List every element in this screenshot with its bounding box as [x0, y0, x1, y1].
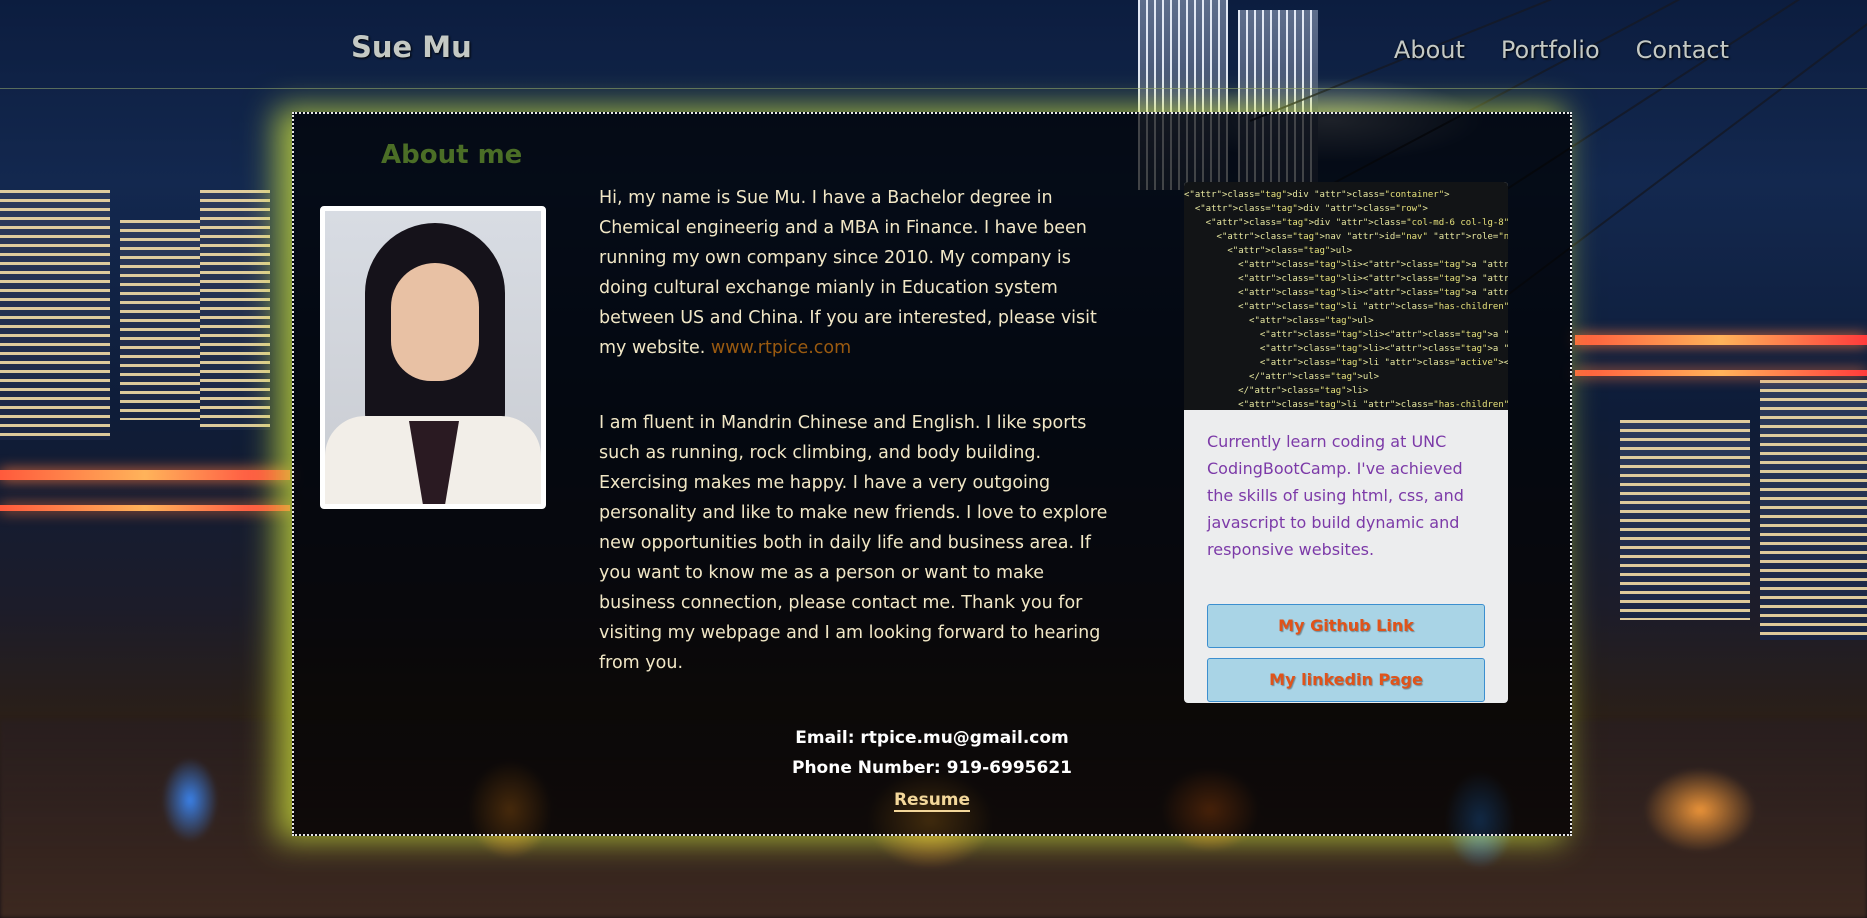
website-link[interactable]: www.rtpice.com	[711, 338, 851, 358]
code-line: <"attr">class="tag">ul>	[1184, 316, 1374, 326]
code-line: <"attr">class="tag">div "attr">class="co…	[1184, 218, 1508, 228]
contact-email: Email: rtpice.mu@gmail.com	[795, 728, 1069, 748]
code-line: <"attr">class="tag">div "attr">class="co…	[1184, 190, 1450, 200]
bio-paragraph-1-text: Hi, my name is Sue Mu. I have a Bachelor…	[599, 188, 1097, 358]
code-line: </"attr">class="tag">ul>	[1184, 372, 1380, 382]
card-text: Currently learn coding at UNC CodingBoot…	[1207, 432, 1464, 559]
code-line: <"attr">class="tag">ul>	[1184, 246, 1353, 256]
nav-link-contact[interactable]: Contact	[1636, 36, 1729, 64]
nav-links: About Portfolio Contact	[1394, 36, 1729, 64]
brand-logo-text[interactable]: Sue Mu	[351, 30, 472, 64]
code-screenshot-image: <"attr">class="tag">div "attr">class="co…	[1184, 182, 1508, 410]
code-line: <"attr">class="tag">nav "attr">id="nav" …	[1184, 232, 1509, 242]
section-title: About me	[381, 140, 523, 170]
code-line: <"attr">class="tag">li><"attr">class="ta…	[1184, 288, 1508, 298]
nav-link-about[interactable]: About	[1394, 36, 1465, 64]
bio-paragraph: Hi, my name is Sue Mu. I have a Bachelor…	[599, 183, 1119, 363]
code-line: <"attr">class="tag">li "attr">class="has…	[1184, 302, 1508, 312]
code-line: <"attr">class="tag">li><"attr">class="ta…	[1184, 344, 1508, 354]
nav-link-portfolio[interactable]: Portfolio	[1501, 36, 1600, 64]
bio-paragraph: I am fluent in Mandrin Chinese and Engli…	[599, 413, 1108, 673]
code-line: <"attr">class="tag">li><"attr">class="ta…	[1184, 260, 1508, 270]
code-line: <"attr">class="tag">div "attr">class="ro…	[1184, 204, 1428, 214]
navbar: Sue Mu About Portfolio Contact	[0, 0, 1867, 89]
linkedin-page-button[interactable]: My linkedin Page	[1207, 658, 1485, 702]
code-line: <"attr">class="tag">li "attr">class="has…	[1184, 400, 1508, 410]
profile-photo	[320, 206, 546, 509]
bio-text: Hi, my name is Sue Mu. I have a Bachelor…	[599, 183, 1119, 723]
coding-card: <"attr">class="tag">div "attr">class="co…	[1184, 182, 1508, 703]
about-panel: About me Hi, my name is Sue Mu. I have a…	[292, 112, 1572, 836]
code-line: <"attr">class="tag">li><"attr">class="ta…	[1184, 274, 1508, 284]
code-line: </"attr">class="tag">li>	[1184, 386, 1369, 396]
code-line: <"attr">class="tag">li "attr">class="act…	[1184, 358, 1508, 368]
resume-link-wrapper: Resume	[294, 790, 1570, 812]
github-link-button[interactable]: My Github Link	[1207, 604, 1485, 648]
contact-phone: Phone Number: 919-6995621	[792, 758, 1072, 778]
code-line: <"attr">class="tag">li><"attr">class="ta…	[1184, 330, 1508, 340]
resume-link[interactable]: Resume	[893, 790, 971, 812]
